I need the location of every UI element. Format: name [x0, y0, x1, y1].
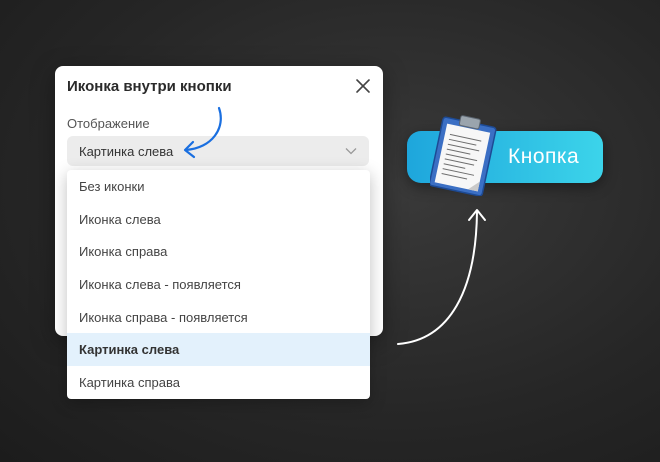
blue-arrow-icon [183, 106, 222, 159]
clipboard-document-icon [430, 115, 497, 196]
preview-button-label: Кнопка [508, 145, 580, 168]
annotation-arrows [183, 106, 486, 345]
white-arrow-icon [397, 209, 486, 345]
